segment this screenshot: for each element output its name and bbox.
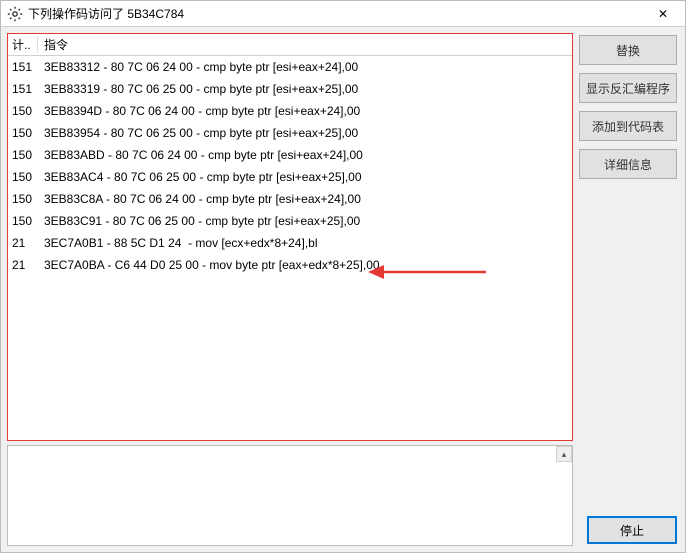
column-count-header[interactable]: 计.. — [8, 36, 38, 53]
bottom-bar: 停止 — [587, 516, 677, 544]
opcode-list[interactable]: 计.. 指令 1513EB83312 - 80 7C 06 24 00 - cm… — [7, 33, 573, 441]
stop-button[interactable]: 停止 — [587, 516, 677, 544]
add-to-codelist-button[interactable]: 添加到代码表 — [579, 111, 677, 141]
details-textarea[interactable]: ▴ — [7, 445, 573, 546]
left-column: 计.. 指令 1513EB83312 - 80 7C 06 24 00 - cm… — [1, 27, 579, 552]
instruction-cell: 3EB83C91 - 80 7C 06 25 00 - cmp byte ptr… — [38, 214, 572, 228]
table-row[interactable]: 1513EB83312 - 80 7C 06 24 00 - cmp byte … — [8, 56, 572, 78]
count-cell: 150 — [8, 192, 38, 206]
right-button-column: 替换 显示反汇编程序 添加到代码表 详细信息 — [579, 27, 685, 552]
instruction-cell: 3EC7A0B1 - 88 5C D1 24 - mov [ecx+edx*8+… — [38, 236, 572, 250]
close-icon: ✕ — [658, 7, 668, 21]
count-cell: 151 — [8, 60, 38, 74]
app-icon — [7, 6, 23, 22]
chevron-up-icon: ▴ — [562, 449, 567, 460]
list-body: 1513EB83312 - 80 7C 06 24 00 - cmp byte … — [8, 56, 572, 440]
table-row[interactable]: 1503EB83C8A - 80 7C 06 24 00 - cmp byte … — [8, 188, 572, 210]
replace-button[interactable]: 替换 — [579, 35, 677, 65]
instruction-cell: 3EB8394D - 80 7C 06 24 00 - cmp byte ptr… — [38, 104, 572, 118]
instruction-cell: 3EB83319 - 80 7C 06 25 00 - cmp byte ptr… — [38, 82, 572, 96]
titlebar: 下列操作码访问了 5B34C784 ✕ — [1, 1, 685, 27]
instruction-cell: 3EC7A0BA - C6 44 D0 25 00 - mov byte ptr… — [38, 258, 572, 272]
table-row[interactable]: 1513EB83319 - 80 7C 06 25 00 - cmp byte … — [8, 78, 572, 100]
instruction-cell: 3EB83312 - 80 7C 06 24 00 - cmp byte ptr… — [38, 60, 572, 74]
window-title: 下列操作码访问了 5B34C784 — [28, 5, 641, 22]
body: 计.. 指令 1513EB83312 - 80 7C 06 24 00 - cm… — [1, 27, 685, 552]
count-cell: 21 — [8, 236, 38, 250]
count-cell: 21 — [8, 258, 38, 272]
instruction-cell: 3EB83C8A - 80 7C 06 24 00 - cmp byte ptr… — [38, 192, 572, 206]
count-cell: 150 — [8, 148, 38, 162]
show-disassembler-button[interactable]: 显示反汇编程序 — [579, 73, 677, 103]
count-cell: 150 — [8, 104, 38, 118]
table-row[interactable]: 1503EB83C91 - 80 7C 06 25 00 - cmp byte … — [8, 210, 572, 232]
close-button[interactable]: ✕ — [641, 1, 685, 27]
details-button[interactable]: 详细信息 — [579, 149, 677, 179]
table-row[interactable]: 1503EB83954 - 80 7C 06 25 00 - cmp byte … — [8, 122, 572, 144]
count-cell: 150 — [8, 126, 38, 140]
table-row[interactable]: 1503EB83AC4 - 80 7C 06 25 00 - cmp byte … — [8, 166, 572, 188]
column-instruction-header[interactable]: 指令 — [38, 36, 572, 53]
scroll-up-button[interactable]: ▴ — [556, 446, 572, 462]
count-cell: 151 — [8, 82, 38, 96]
count-cell: 150 — [8, 214, 38, 228]
list-header: 计.. 指令 — [8, 34, 572, 56]
instruction-cell: 3EB83954 - 80 7C 06 25 00 - cmp byte ptr… — [38, 126, 572, 140]
table-row[interactable]: 1503EB83ABD - 80 7C 06 24 00 - cmp byte … — [8, 144, 572, 166]
table-row[interactable]: 1503EB8394D - 80 7C 06 24 00 - cmp byte … — [8, 100, 572, 122]
opcode-access-window: 下列操作码访问了 5B34C784 ✕ 计.. 指令 1513EB83312 -… — [0, 0, 686, 553]
table-row[interactable]: 213EC7A0BA - C6 44 D0 25 00 - mov byte p… — [8, 254, 572, 276]
instruction-cell: 3EB83AC4 - 80 7C 06 25 00 - cmp byte ptr… — [38, 170, 572, 184]
instruction-cell: 3EB83ABD - 80 7C 06 24 00 - cmp byte ptr… — [38, 148, 572, 162]
count-cell: 150 — [8, 170, 38, 184]
table-row[interactable]: 213EC7A0B1 - 88 5C D1 24 - mov [ecx+edx*… — [8, 232, 572, 254]
